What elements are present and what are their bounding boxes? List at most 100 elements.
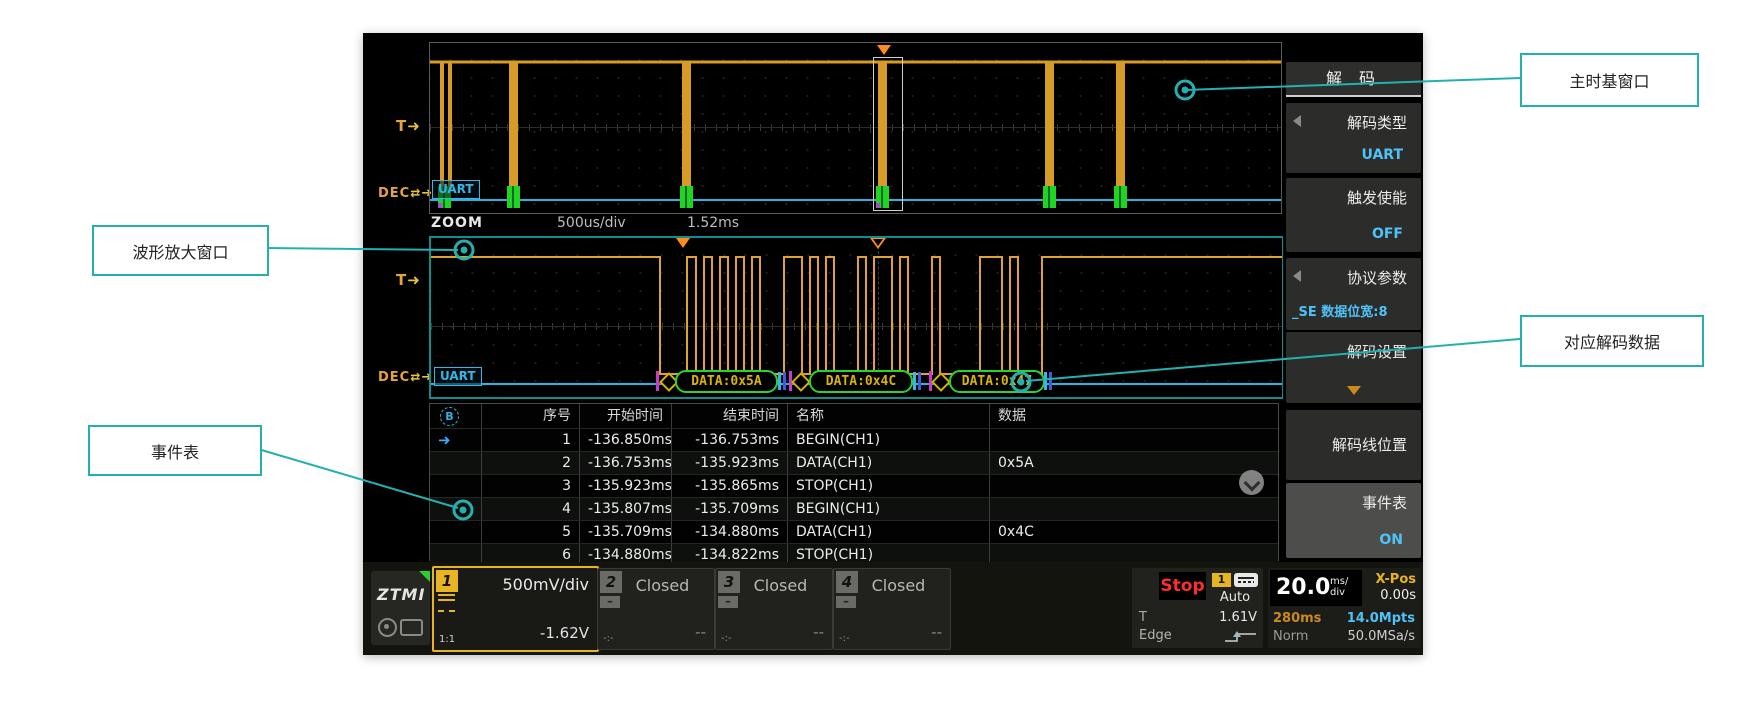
cell-data: 0x4C bbox=[989, 521, 1278, 543]
channel-4-badge: 4 bbox=[836, 571, 858, 593]
trigger-level-marker-zoom[interactable]: T➜ bbox=[396, 271, 421, 289]
trigger-t-label: T bbox=[1139, 610, 1147, 625]
col-start: 开始时间 bbox=[579, 404, 671, 428]
channel-1-probe: 1:1 bbox=[439, 634, 455, 645]
channel-3-status: Closed bbox=[754, 576, 808, 595]
table-row[interactable]: 5 -135.709ms -134.880ms DATA(CH1) 0x4C bbox=[430, 520, 1278, 543]
trigger-status-panel[interactable]: Stop 1 Auto T 1.61V Edge bbox=[1132, 568, 1263, 648]
decode-burst-block bbox=[507, 186, 520, 208]
dc-coupling-icon bbox=[438, 599, 455, 612]
channel-1-box[interactable]: 1 500mV/div -1.62V 1:1 bbox=[432, 566, 599, 652]
scroll-down-button[interactable] bbox=[1239, 470, 1264, 495]
table-row[interactable]: 3 -135.923ms -135.865ms STOP(CH1) bbox=[430, 474, 1278, 497]
callout-text: 主时基窗口 bbox=[1569, 68, 1649, 92]
cell-seq: 5 bbox=[481, 521, 579, 543]
dec-swap-icon: ⇄ bbox=[410, 186, 421, 200]
cell-name: BEGIN(CH1) bbox=[787, 429, 989, 451]
channel-3-box[interactable]: 3 – Closed -- -:- bbox=[715, 568, 833, 650]
dec-swap-icon: ⇄ bbox=[410, 370, 421, 384]
stop-bit-mark bbox=[778, 372, 781, 390]
cell-name: DATA(CH1) bbox=[787, 521, 989, 543]
dec-label: DEC bbox=[378, 370, 410, 385]
t-label: T bbox=[396, 271, 407, 289]
menu-trigger-enable-button[interactable]: 触发使能 OFF bbox=[1286, 178, 1421, 252]
trigger-position-icon[interactable] bbox=[877, 45, 891, 55]
table-row[interactable]: 4 -135.807ms -135.709ms BEGIN(CH1) bbox=[430, 497, 1278, 520]
trigger-level: 1.61V bbox=[1219, 610, 1257, 625]
decode-marker-main[interactable]: DEC⇄➜ bbox=[378, 186, 433, 201]
cell-name: DATA(CH1) bbox=[787, 452, 989, 474]
channel-1-scale: 500mV/div bbox=[502, 575, 589, 594]
delay-marker-icon[interactable] bbox=[676, 238, 690, 248]
menu-label: 解码类型 bbox=[1347, 112, 1407, 133]
channel-4-box[interactable]: 4 – Closed -- -:- bbox=[833, 568, 951, 650]
decode-bubble: DATA:0x47 bbox=[949, 370, 1045, 393]
menu-decode-line-pos-button[interactable]: 解码线位置 bbox=[1286, 410, 1421, 480]
menu-event-table-button[interactable]: 事件表 ON bbox=[1286, 483, 1421, 558]
chevron-left-icon bbox=[1293, 115, 1301, 127]
table-row[interactable]: 2 -136.753ms -135.923ms DATA(CH1) 0x5A bbox=[430, 451, 1278, 474]
cell-data bbox=[989, 498, 1278, 520]
menu-value: ON bbox=[1379, 532, 1403, 548]
zoom-scale: 500us/div bbox=[557, 215, 626, 231]
coupling-none-icon: – bbox=[718, 596, 738, 608]
zoom-delay: 1.52ms bbox=[687, 215, 739, 231]
callout-text: 事件表 bbox=[151, 439, 199, 463]
uart-bus-tag-main[interactable]: UART bbox=[432, 180, 480, 199]
cell-name: STOP(CH1) bbox=[787, 475, 989, 497]
cell-end: -135.865ms bbox=[671, 475, 787, 497]
zoom-label: ZOOM bbox=[431, 215, 483, 231]
bus-edit-icon[interactable]: B bbox=[440, 407, 459, 426]
trigger-source-badge: 1 bbox=[1212, 573, 1231, 587]
uart-bus-tag-zoom[interactable]: UART bbox=[434, 367, 482, 386]
touch-pad-icon[interactable] bbox=[400, 619, 423, 636]
menu-protocol-params-button[interactable]: 协议参数 _SE 数据位宽:8 bbox=[1286, 258, 1421, 330]
table-row[interactable]: ➜ 1 -136.850ms -136.753ms BEGIN(CH1) bbox=[430, 428, 1278, 451]
xpos-value: 0.00s bbox=[1366, 588, 1416, 603]
channel-2-offset: -- bbox=[695, 623, 706, 641]
menu-decode-type-button[interactable]: 解码类型 UART bbox=[1286, 103, 1421, 173]
chevron-down-icon bbox=[1347, 386, 1361, 395]
cell-end: -136.753ms bbox=[671, 429, 787, 451]
menu-title: 解 码 bbox=[1286, 62, 1421, 97]
cell-end: -135.923ms bbox=[671, 452, 787, 474]
t-arrow-icon: ➜ bbox=[407, 117, 421, 135]
timebase-panel[interactable]: 20.0 ms/ div X-Pos 0.00s 280ms 14.0Mpts … bbox=[1268, 568, 1420, 648]
channel-2-probe: -:- bbox=[603, 633, 614, 644]
oscilloscope-screen: T➜ DEC⇄➜ bbox=[363, 33, 1423, 655]
event-table-header: B 序号 开始时间 结束时间 名称 数据 bbox=[430, 404, 1278, 428]
touch-circle-icon[interactable] bbox=[378, 618, 397, 637]
trigger-position-hollow-icon[interactable] bbox=[870, 238, 886, 249]
menu-decode-settings-button[interactable]: 解码设置 bbox=[1286, 332, 1421, 403]
decode-burst-block bbox=[1043, 186, 1056, 208]
timebase-unit-top: ms/ bbox=[1330, 577, 1348, 587]
zoom-region-bracket[interactable] bbox=[873, 57, 903, 211]
decode-marker-zoom[interactable]: DEC⇄➜ bbox=[378, 370, 433, 385]
stop-bit-mark bbox=[1044, 372, 1047, 390]
cell-end: -135.709ms bbox=[671, 498, 787, 520]
channel-3-probe: -:- bbox=[721, 633, 732, 644]
cell-start: -135.709ms bbox=[579, 521, 671, 543]
coupling-icon bbox=[438, 594, 455, 596]
channel-4-status: Closed bbox=[872, 576, 926, 595]
sample-rate: 50.0MSa/s bbox=[1347, 629, 1415, 644]
acquisition-mode: Norm bbox=[1273, 629, 1308, 644]
menu-value: _SE 数据位宽:8 bbox=[1292, 301, 1388, 320]
cell-seq: 4 bbox=[481, 498, 579, 520]
t-arrow-icon: ➜ bbox=[407, 271, 421, 289]
channel-2-badge: 2 bbox=[600, 571, 622, 593]
channel-2-box[interactable]: 2 – Closed -- -:- bbox=[597, 568, 715, 650]
main-timebase-window: UART bbox=[429, 42, 1282, 214]
channel-3-offset: -- bbox=[813, 623, 824, 641]
cell-data: 0x5A bbox=[989, 452, 1278, 474]
menu-label: 解码线位置 bbox=[1332, 434, 1407, 455]
trigger-coupling-icon bbox=[1234, 573, 1258, 587]
memory-depth: 14.0Mpts bbox=[1347, 611, 1415, 626]
stop-bit-mark bbox=[913, 372, 916, 390]
cell-seq: 2 bbox=[481, 452, 579, 474]
dec-label: DEC bbox=[378, 186, 410, 201]
current-row-arrow-icon: ➜ bbox=[438, 431, 451, 449]
zoom-waveform-window: UART DATA:0x5A DATA:0x4C DATA:0x47 bbox=[429, 236, 1284, 399]
col-end: 结束时间 bbox=[671, 404, 787, 428]
trigger-level-marker-main[interactable]: T➜ bbox=[396, 117, 421, 135]
